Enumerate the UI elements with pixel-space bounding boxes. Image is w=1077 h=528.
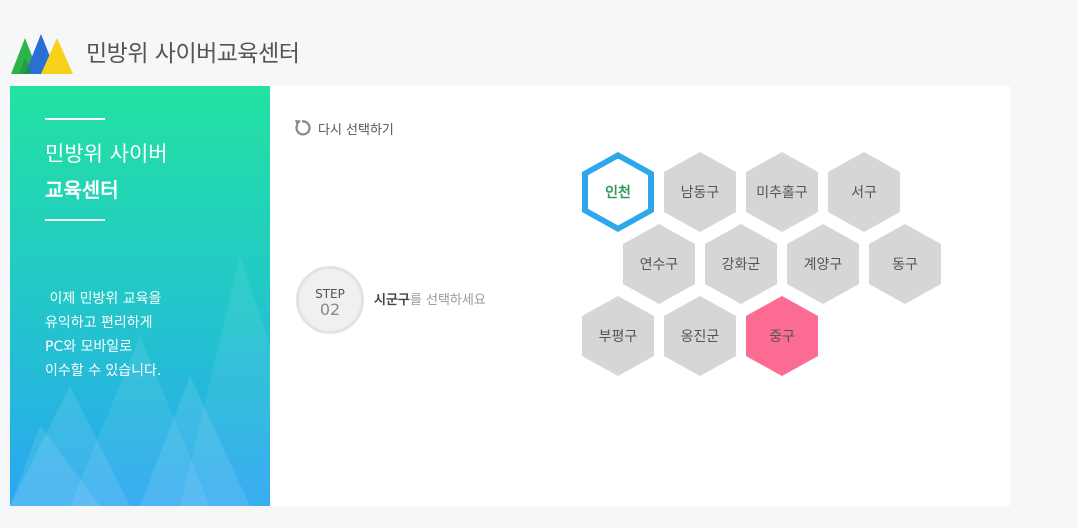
region-yeonsu-gu[interactable]: 연수구	[623, 224, 695, 304]
region-ganghwa-gun[interactable]: 강화군	[705, 224, 777, 304]
step-badge: STEP 02	[296, 266, 364, 334]
panel-title-line2: 교육센터	[45, 178, 119, 202]
step-number: 02	[319, 300, 341, 319]
region-label: 남동구	[680, 185, 720, 201]
description-line: 유익하고 편리하게	[45, 315, 153, 331]
region-ongjin-gun[interactable]: 옹진군	[664, 296, 736, 376]
region-label: 서구	[851, 185, 877, 201]
site-title[interactable]: 민방위 사이버교육센터	[86, 34, 300, 68]
region-jung-gu[interactable]: 중구	[746, 296, 818, 376]
divider-top	[45, 118, 105, 120]
region-label: 계양구	[803, 257, 843, 273]
region-seo-gu[interactable]: 서구	[828, 152, 900, 232]
region-gyeyang-gu[interactable]: 계양구	[787, 224, 859, 304]
region-dong-gu[interactable]: 동구	[869, 224, 941, 304]
divider-bottom	[45, 219, 105, 221]
header: 민방위 사이버교육센터	[0, 0, 1077, 86]
region-label: 부평구	[598, 329, 638, 345]
region-label: 옹진군	[680, 329, 720, 345]
panel-description: 이제 민방위 교육을 유익하고 편리하게 PC와 모바일로 이수할 수 있습니다…	[45, 287, 161, 383]
step-word: STEP	[315, 287, 345, 301]
region-label: 중구	[769, 329, 795, 345]
description-line: PC와 모바일로	[45, 339, 133, 355]
description-line: 이수할 수 있습니다.	[45, 363, 162, 379]
region-michuhol-gu[interactable]: 미추홀구	[746, 152, 818, 232]
instruction-rest: 를 선택하세요	[409, 293, 486, 308]
region-label: 인천	[605, 185, 631, 201]
intro-panel: 민방위 사이버 교육센터 이제 민방위 교육을 유익하고 편리하게 PC와 모바…	[10, 86, 270, 506]
site-logo[interactable]	[11, 32, 73, 74]
region-selector: 다시 선택하기 STEP 02 시군구를 선택하세요 인천 남동구 미추홀구 서…	[270, 86, 1010, 506]
region-bupyeong-gu[interactable]: 부평구	[582, 296, 654, 376]
step-instruction: 시군구를 선택하세요	[374, 289, 486, 308]
description-line: 이제 민방위 교육을	[45, 291, 162, 307]
region-label: 연수구	[639, 257, 679, 273]
panel-title-line1: 민방위 사이버	[45, 142, 168, 166]
region-incheon[interactable]: 인천	[582, 152, 654, 232]
instruction-strong: 시군구	[374, 293, 410, 308]
region-namdong-gu[interactable]: 남동구	[664, 152, 736, 232]
reset-label: 다시 선택하기	[318, 122, 394, 138]
region-label: 동구	[892, 257, 918, 273]
reset-button[interactable]: 다시 선택하기	[292, 118, 394, 138]
refresh-icon	[295, 120, 311, 136]
region-label: 미추홀구	[756, 185, 808, 201]
region-label: 강화군	[721, 257, 761, 273]
